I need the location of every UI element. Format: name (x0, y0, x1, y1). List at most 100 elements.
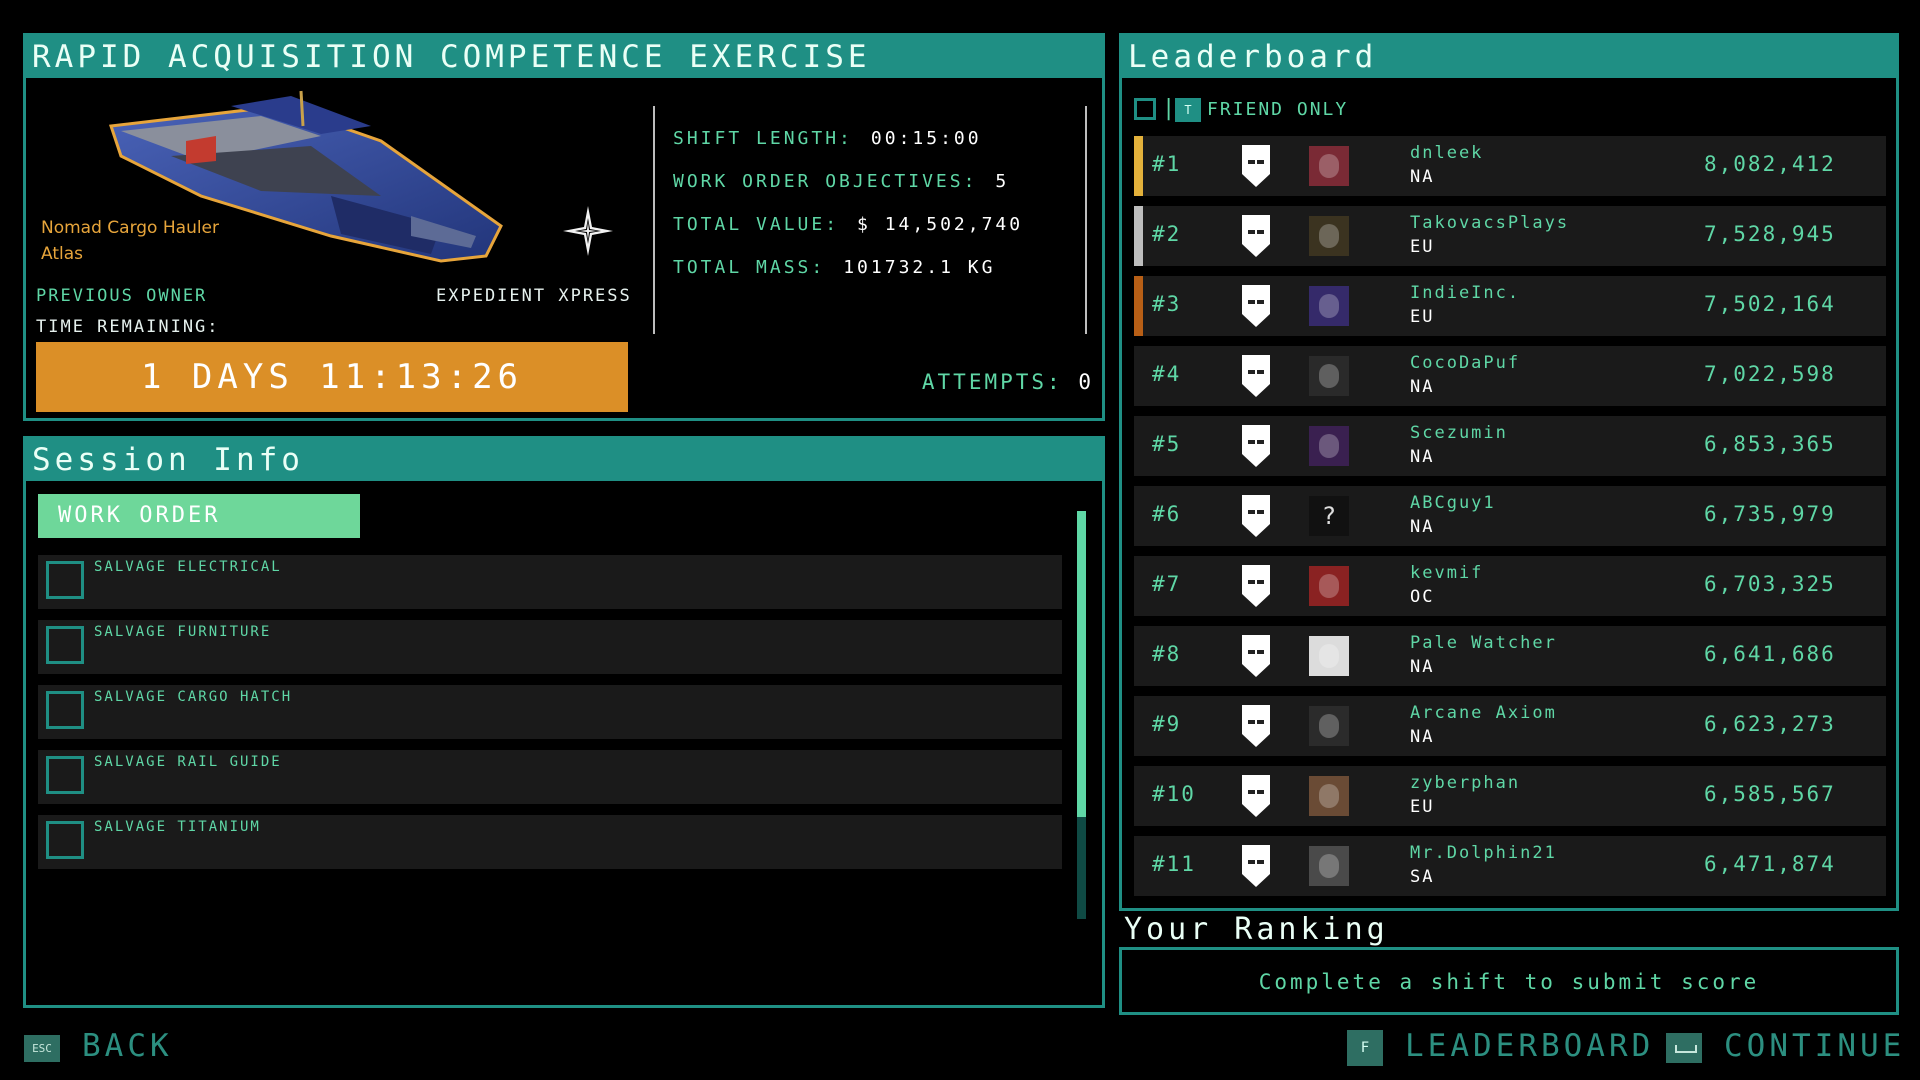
player-region: NA (1410, 727, 1435, 747)
ship-model-name: Nomad Cargo Hauler (41, 218, 220, 238)
pink-creature-avatar (1309, 146, 1349, 186)
player-name: Arcane Axiom (1410, 703, 1557, 723)
scrollbar-thumb[interactable] (1077, 511, 1086, 817)
tab-work-order[interactable]: WORK ORDER (38, 494, 360, 538)
player-score: 7,528,945 (1704, 222, 1836, 246)
shield-badge-icon (1242, 355, 1270, 397)
objective-row[interactable]: SALVAGE CARGO HATCH (38, 685, 1062, 739)
octopus-avatar (1309, 216, 1349, 256)
objective-checkbox[interactable] (46, 756, 84, 794)
rank-number: #1 (1152, 152, 1182, 176)
ship-base-name: Atlas (41, 244, 83, 264)
shield-badge-icon (1242, 425, 1270, 467)
player-name: zyberphan (1410, 773, 1521, 793)
rank-accent-bar (1134, 206, 1143, 266)
shield-badge-icon (1242, 635, 1270, 677)
player-name: ABCguy1 (1410, 493, 1496, 513)
rank-number: #2 (1152, 222, 1182, 246)
objective-checkbox[interactable] (46, 691, 84, 729)
leaderboard-row[interactable]: #4 CocoDaPuf NA 7,022,598 (1134, 346, 1886, 406)
shield-badge-icon (1242, 705, 1270, 747)
player-region: NA (1410, 167, 1435, 187)
rank-number: #4 (1152, 362, 1182, 386)
player-score: 6,585,567 (1704, 782, 1836, 806)
rank-number: #9 (1152, 712, 1182, 736)
stat-objectives: WORK ORDER OBJECTIVES: 5 (673, 171, 1010, 192)
leaderboard-row[interactable]: #6? ABCguy1 NA 6,735,979 (1134, 486, 1886, 546)
leaderboard-row[interactable]: #1 dnleek NA 8,082,412 (1134, 136, 1886, 196)
leaderboard-row[interactable]: #7 kevmif OC 6,703,325 (1134, 556, 1886, 616)
player-score: 6,703,325 (1704, 572, 1836, 596)
objective-row[interactable]: SALVAGE FURNITURE (38, 620, 1062, 674)
rank-accent-bar (1134, 276, 1143, 336)
stat-total-mass: TOTAL MASS: 101732.1 KG (673, 257, 996, 278)
objective-checkbox[interactable] (46, 561, 84, 599)
bird-avatar (1309, 356, 1349, 396)
leaderboard-row[interactable]: #3 IndieInc. EU 7,502,164 (1134, 276, 1886, 336)
previous-owner-value: EXPEDIENT XPRESS (436, 286, 632, 306)
shield-badge-icon (1242, 565, 1270, 607)
objective-row[interactable]: SALVAGE ELECTRICAL (38, 555, 1062, 609)
session-panel: Session Info WORK ORDER SALVAGE ELECTRIC… (23, 436, 1105, 1008)
leaderboard-row[interactable]: #2 TakovacsPlays EU 7,528,945 (1134, 206, 1886, 266)
objective-label: SALVAGE TITANIUM (94, 819, 261, 835)
rank-number: #8 (1152, 642, 1182, 666)
shield-badge-icon (1242, 285, 1270, 327)
player-name: CocoDaPuf (1410, 353, 1521, 373)
player-region: EU (1410, 307, 1435, 327)
objective-row[interactable]: SALVAGE TITANIUM (38, 815, 1062, 869)
objective-row[interactable]: SALVAGE RAIL GUIDE (38, 750, 1062, 804)
ship-image (108, 90, 503, 263)
friend-only-checkbox[interactable] (1134, 98, 1156, 120)
continue-button[interactable]: CONTINUE (1724, 1028, 1905, 1064)
time-remaining-label: TIME REMAINING: (36, 317, 220, 337)
player-score: 7,022,598 (1704, 362, 1836, 386)
shield-badge-icon (1242, 495, 1270, 537)
player-region: SA (1410, 867, 1435, 887)
your-ranking-message: Complete a shift to submit score (1258, 970, 1760, 994)
your-ranking-title: Your Ranking (1124, 912, 1389, 947)
objectives-scrollbar[interactable] (1077, 511, 1086, 919)
leaderboard-row[interactable]: #5 Scezumin NA 6,853,365 (1134, 416, 1886, 476)
your-ranking-box: Complete a shift to submit score (1119, 947, 1899, 1015)
objective-checkbox[interactable] (46, 626, 84, 664)
back-button[interactable]: BACK (82, 1028, 173, 1064)
shield-badge-icon (1242, 145, 1270, 187)
leaderboard-row[interactable]: #11 Mr.Dolphin21 SA 6,471,874 (1134, 836, 1886, 896)
leaderboard-button[interactable]: LEADERBOARD (1405, 1028, 1654, 1064)
player-score: 6,735,979 (1704, 502, 1836, 526)
player-score: 7,502,164 (1704, 292, 1836, 316)
rank-number: #11 (1152, 852, 1196, 876)
skull-avatar (1309, 636, 1349, 676)
objective-label: SALVAGE RAIL GUIDE (94, 754, 282, 770)
player-name: dnleek (1410, 143, 1484, 163)
player-score: 6,471,874 (1704, 852, 1836, 876)
leaderboard-row[interactable]: #9 Arcane Axiom NA 6,623,273 (1134, 696, 1886, 756)
objective-checkbox[interactable] (46, 821, 84, 859)
leaderboard-title: Leaderboard (1122, 36, 1896, 78)
stat-total-value: TOTAL VALUE: $ 14,502,740 (673, 214, 1024, 235)
leaderboard-row[interactable]: #10 zyberphan EU 6,585,567 (1134, 766, 1886, 826)
leaderboard-panel: Leaderboard | T FRIEND ONLY #1 dnleek NA 8,… (1119, 33, 1899, 911)
player-region: EU (1410, 797, 1435, 817)
robot-figure-avatar (1309, 286, 1349, 326)
player-name: kevmif (1410, 563, 1484, 583)
stat-shift-length: SHIFT LENGTH: 00:15:00 (673, 128, 982, 149)
rank-number: #3 (1152, 292, 1182, 316)
friend-only-label[interactable]: FRIEND ONLY (1207, 99, 1348, 120)
separator: | (1162, 96, 1176, 121)
red-portrait-avatar (1309, 566, 1349, 606)
player-score: 6,623,273 (1704, 712, 1836, 736)
helmet-avatar (1309, 706, 1349, 746)
player-score: 8,082,412 (1704, 152, 1836, 176)
player-name: IndieInc. (1410, 283, 1521, 303)
objective-label: SALVAGE ELECTRICAL (94, 559, 282, 575)
attempts-counter: ATTEMPTS: 0 (921, 370, 1094, 394)
rank-accent-bar (1134, 136, 1143, 196)
player-name: TakovacsPlays (1410, 213, 1570, 233)
player-region: NA (1410, 517, 1435, 537)
player-region: NA (1410, 447, 1435, 467)
player-region: NA (1410, 377, 1435, 397)
rank-number: #10 (1152, 782, 1196, 806)
leaderboard-row[interactable]: #8 Pale Watcher NA 6,641,686 (1134, 626, 1886, 686)
